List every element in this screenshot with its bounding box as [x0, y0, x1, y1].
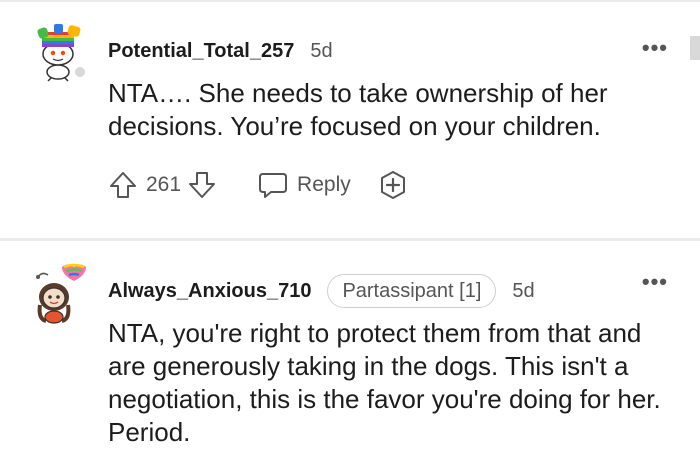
vote-count: 261	[146, 173, 182, 196]
comment-text: NTA, you're right to protect them from t…	[108, 318, 661, 447]
snoo-avatar-icon	[36, 263, 86, 324]
comment-1: Potential_Total_257 5d ••• NTA…. She nee…	[0, 0, 700, 238]
comment-2: Always_Anxious_710 Partassipant [1] 5d •…	[0, 241, 700, 464]
comment-text: NTA…. She needs to take ownership of her…	[108, 78, 608, 141]
reply-label: Reply	[297, 173, 351, 196]
comment-header: Always_Anxious_710 Partassipant [1] 5d	[108, 274, 535, 308]
upvote-arrow-icon[interactable]	[108, 170, 138, 200]
comment-header: Potential_Total_257 5d	[108, 40, 333, 63]
comment-age: 5d	[512, 279, 535, 302]
avatar[interactable]	[36, 261, 88, 325]
comment-age: 5d	[310, 40, 333, 62]
award-plus-icon[interactable]	[377, 169, 409, 201]
snoo-avatar-icon	[37, 24, 85, 82]
reply-button[interactable]: Reply	[257, 170, 351, 200]
user-flair: Partassipant [1]	[327, 274, 497, 308]
username[interactable]: Always_Anxious_710	[108, 280, 311, 303]
comment-actions: 261 Reply	[108, 168, 409, 202]
more-options-icon[interactable]: •••	[642, 37, 668, 59]
speech-bubble-icon	[257, 170, 289, 200]
downvote-arrow-icon[interactable]	[187, 170, 217, 200]
username[interactable]: Potential_Total_257	[108, 40, 294, 63]
avatar[interactable]	[34, 22, 90, 82]
more-options-icon[interactable]: •••	[642, 271, 668, 293]
